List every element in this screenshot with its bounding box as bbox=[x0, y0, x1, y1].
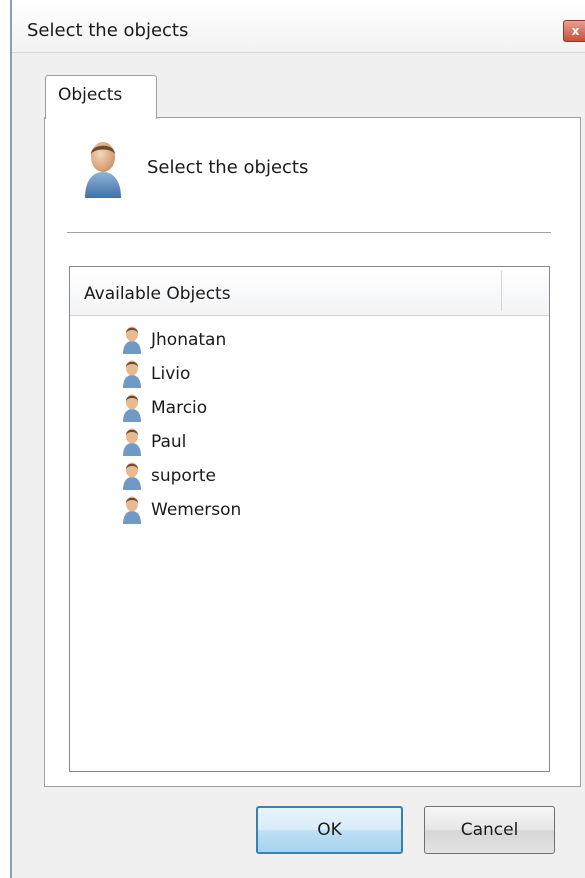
objects-list[interactable]: Available Objects Jhonatan Livio Marcio … bbox=[69, 266, 550, 772]
list-item[interactable]: Wemerson bbox=[122, 493, 241, 527]
user-icon bbox=[123, 394, 141, 422]
list-item[interactable]: Livio bbox=[122, 357, 241, 391]
title-bar: Select the objects x bbox=[12, 0, 585, 53]
list-item[interactable]: suporte bbox=[122, 459, 241, 493]
cancel-button[interactable]: Cancel bbox=[424, 806, 555, 854]
column-divider[interactable] bbox=[501, 271, 502, 311]
user-icon bbox=[123, 360, 141, 388]
user-icon bbox=[85, 142, 121, 198]
user-icon bbox=[123, 428, 141, 456]
list-item-label: suporte bbox=[151, 466, 216, 486]
separator bbox=[67, 232, 551, 233]
window-title: Select the objects bbox=[27, 20, 189, 41]
dialog-window: Select the objects x Objects Select the … bbox=[10, 0, 585, 878]
header-text: Select the objects bbox=[147, 157, 309, 178]
list-item-label: Livio bbox=[151, 364, 191, 384]
list-item[interactable]: Jhonatan bbox=[122, 323, 241, 357]
tab-label: Objects bbox=[58, 85, 123, 105]
list-item-label: Jhonatan bbox=[151, 330, 227, 350]
ok-button[interactable]: OK bbox=[256, 806, 403, 854]
user-icon bbox=[123, 326, 141, 354]
list-item[interactable]: Marcio bbox=[122, 391, 241, 425]
user-icon bbox=[123, 496, 141, 524]
list-items: Jhonatan Livio Marcio Paul suporte Wemer… bbox=[122, 323, 241, 527]
tab-objects[interactable]: Objects bbox=[45, 75, 157, 119]
close-icon: x bbox=[571, 24, 580, 38]
tab-panel: Select the objects Available Objects Jho… bbox=[44, 117, 581, 787]
list-item-label: Paul bbox=[151, 432, 187, 452]
close-button[interactable]: x bbox=[563, 20, 585, 42]
list-item-label: Marcio bbox=[151, 398, 208, 418]
column-header-label: Available Objects bbox=[84, 284, 231, 304]
list-item[interactable]: Paul bbox=[122, 425, 241, 459]
user-icon bbox=[123, 462, 141, 490]
list-item-label: Wemerson bbox=[151, 500, 242, 520]
list-column-header[interactable]: Available Objects bbox=[70, 267, 549, 316]
